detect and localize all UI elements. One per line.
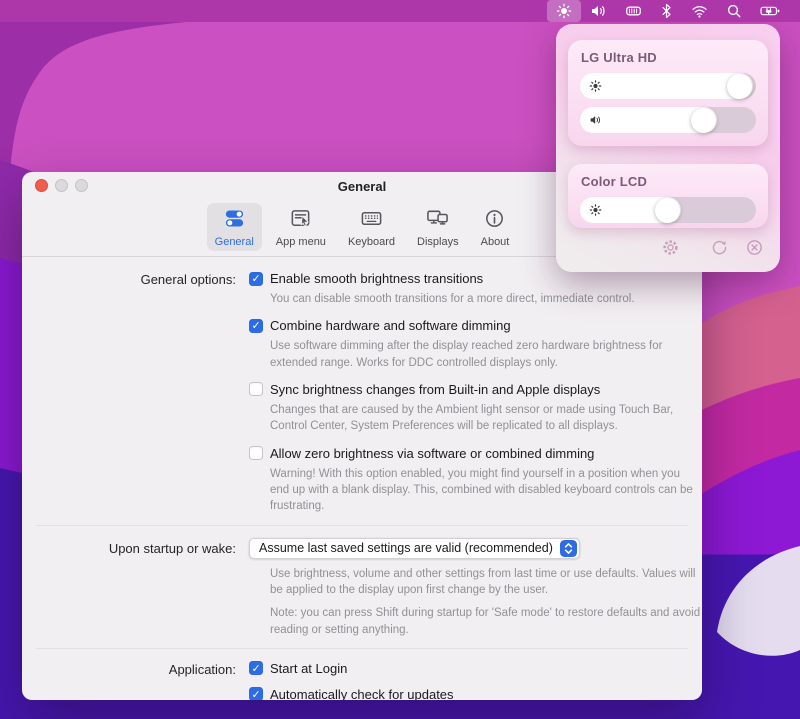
- tab-label: Keyboard: [348, 236, 395, 248]
- brightness-icon: [589, 80, 602, 93]
- menu-cursor-icon: [289, 207, 312, 235]
- search-icon: [726, 3, 742, 19]
- minimize-button[interactable]: [55, 179, 68, 192]
- settings-gear-button[interactable]: [661, 238, 680, 262]
- brightness-slider[interactable]: [580, 73, 756, 99]
- checkbox[interactable]: [249, 661, 263, 675]
- checkbox-label: Allow zero brightness via software or co…: [270, 446, 594, 461]
- option-description: Changes that are caused by the Ambient l…: [270, 402, 702, 435]
- option-description: Warning! With this option enabled, you m…: [270, 466, 702, 515]
- display-name: Color LCD: [581, 174, 756, 189]
- volume-icon: [589, 114, 602, 127]
- checkbox-label: Sync brightness changes from Built-in an…: [270, 382, 600, 397]
- menubar-volume-item[interactable]: [581, 0, 616, 22]
- tab-general[interactable]: General: [207, 203, 262, 251]
- menubar-battery-meter-item[interactable]: [616, 0, 651, 22]
- menubar-search-item[interactable]: [717, 0, 751, 22]
- menubar-wifi-item[interactable]: [682, 0, 717, 22]
- wifi-icon: [691, 3, 708, 19]
- close-circle-icon: [745, 238, 764, 262]
- option-auto-updates: Automatically check for updates: [249, 687, 702, 700]
- option-smooth-transitions: Enable smooth brightness transitions You…: [249, 271, 702, 307]
- section-divider: [36, 648, 688, 649]
- select-value: Assume last saved settings are valid (re…: [259, 541, 553, 555]
- menu-bar: [0, 0, 800, 22]
- display-name: LG Ultra HD: [581, 50, 756, 65]
- tab-displays[interactable]: Displays: [409, 203, 467, 251]
- display-card-color-lcd: Color LCD: [568, 164, 768, 228]
- refresh-button[interactable]: [710, 238, 729, 262]
- quit-button[interactable]: [745, 238, 764, 262]
- tab-about[interactable]: About: [473, 203, 518, 251]
- menubar-battery-item[interactable]: [751, 0, 790, 22]
- brightness-icon: [556, 3, 572, 19]
- section-label: Upon startup or wake:: [22, 538, 249, 638]
- section-label: General options:: [22, 271, 249, 515]
- slider-thumb[interactable]: [655, 198, 680, 223]
- checkbox[interactable]: [249, 446, 263, 460]
- close-button[interactable]: [35, 179, 48, 192]
- option-combine-dimming: Combine hardware and software dimming Us…: [249, 318, 702, 371]
- checkbox-label: Combine hardware and software dimming: [270, 318, 511, 333]
- tab-app-menu[interactable]: App menu: [268, 203, 334, 251]
- checkbox[interactable]: [249, 382, 263, 396]
- bluetooth-icon: [660, 3, 673, 19]
- volume-slider[interactable]: [580, 107, 756, 133]
- brightness-icon: [589, 204, 602, 217]
- select-description: Use brightness, volume and other setting…: [270, 566, 702, 599]
- option-sync-brightness: Sync brightness changes from Built-in an…: [249, 382, 702, 435]
- checkbox-label: Enable smooth brightness transitions: [270, 271, 483, 286]
- section-divider: [36, 525, 688, 526]
- display-card-lg-ultra-hd: LG Ultra HD: [568, 40, 768, 146]
- battery-meter-icon: [625, 3, 642, 19]
- option-zero-brightness: Allow zero brightness via software or co…: [249, 446, 702, 515]
- menubar-bluetooth-item[interactable]: [651, 0, 682, 22]
- popover-footer: [556, 236, 780, 264]
- tab-label: General: [215, 236, 254, 248]
- chevron-up-down-icon: [560, 540, 577, 557]
- desktop: General General: [0, 0, 800, 719]
- tab-label: App menu: [276, 236, 326, 248]
- brightness-popover: LG Ultra HD: [556, 24, 780, 272]
- slider-thumb[interactable]: [691, 108, 716, 133]
- tab-label: Displays: [417, 236, 459, 248]
- checkbox-label: Automatically check for updates: [270, 687, 454, 700]
- gear-icon: [661, 238, 680, 262]
- zoom-button[interactable]: [75, 179, 88, 192]
- tab-label: About: [481, 236, 510, 248]
- refresh-icon: [710, 238, 729, 262]
- tab-keyboard[interactable]: Keyboard: [340, 203, 403, 251]
- checkbox[interactable]: [249, 687, 263, 700]
- option-description: Use software dimming after the display r…: [270, 338, 702, 371]
- battery-charging-icon: [760, 3, 781, 19]
- menubar-brightness-item[interactable]: [547, 0, 581, 22]
- volume-icon: [590, 3, 607, 19]
- option-start-at-login: Start at Login: [249, 661, 702, 676]
- option-description: You can disable smooth transitions for a…: [270, 291, 702, 307]
- info-icon: [483, 207, 506, 235]
- brightness-slider[interactable]: [580, 197, 756, 223]
- keyboard-icon: [360, 207, 383, 235]
- toggles-icon: [223, 207, 246, 235]
- select-note: Note: you can press Shift during startup…: [270, 605, 702, 638]
- checkbox-label: Start at Login: [270, 661, 347, 676]
- section-label: Application:: [22, 661, 249, 700]
- checkbox[interactable]: [249, 319, 263, 333]
- displays-icon: [426, 207, 449, 235]
- startup-behavior-select[interactable]: Assume last saved settings are valid (re…: [249, 538, 580, 559]
- checkbox[interactable]: [249, 272, 263, 286]
- slider-thumb[interactable]: [727, 74, 752, 99]
- general-pane: General options: Enable smooth brightnes…: [22, 257, 702, 700]
